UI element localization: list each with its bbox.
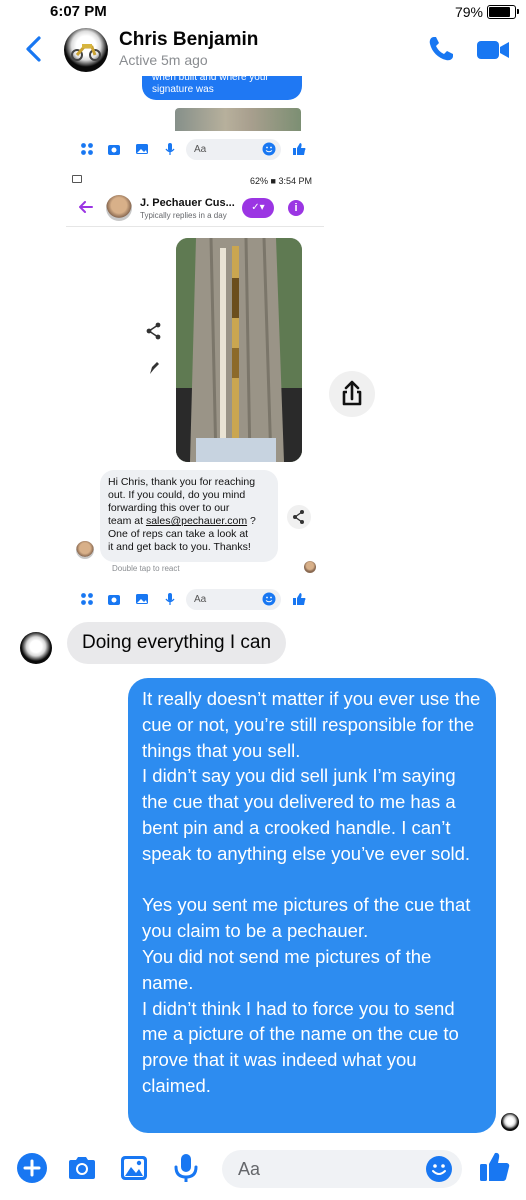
thumbs-up-icon (293, 143, 306, 155)
embedded-status-bar: 62% ■ 3:54 PM (66, 172, 324, 190)
emoji-icon[interactable] (425, 1155, 453, 1183)
message-line: forwarding this over to our (108, 502, 230, 514)
battery-percentage: 79% (454, 4, 483, 20)
partial-message-bubble: when built and where your signature was (142, 76, 302, 100)
camera-icon[interactable] (66, 1152, 98, 1184)
message-input[interactable] (238, 1157, 418, 1181)
gallery-icon (72, 175, 82, 183)
embedded-page-subtitle: Typically replies in a day (140, 211, 227, 220)
arrow-left-icon (79, 201, 93, 213)
plus-circle-icon[interactable] (16, 1152, 48, 1184)
status-bar: 6:07 PM 79% (0, 0, 526, 24)
embedded-message-bubble: Hi Chris, thank you for reaching out. If… (100, 470, 278, 562)
checkmark-icon: ✓▾ (242, 198, 274, 218)
cue-photo (176, 238, 302, 462)
embedded-page-name: J. Pechauer Cus... (140, 197, 235, 209)
message-line: One of reps can take a look at (108, 528, 249, 540)
phone-icon[interactable] (426, 34, 456, 64)
microphone-icon (165, 143, 175, 155)
emoji-icon (262, 142, 276, 156)
message-line: Hi Chris, thank you for reaching (108, 476, 256, 488)
share-button (287, 505, 311, 529)
share-upload-icon (342, 380, 362, 406)
email-link: sales@pechauer.com (145, 515, 248, 527)
contact-avatar[interactable] (64, 28, 108, 72)
apps-icon (81, 593, 93, 605)
microphone-icon (165, 593, 175, 605)
message-line: ? (247, 515, 256, 527)
status-time: 6:07 PM (50, 3, 107, 20)
motorcycle-icon (71, 44, 101, 61)
embedded-avatar (106, 195, 132, 221)
info-icon: i (288, 200, 304, 216)
emoji-icon (262, 592, 276, 606)
share-icon (293, 510, 304, 524)
camera-icon (108, 145, 120, 155)
sender-avatar[interactable] (20, 632, 52, 664)
message-composer (0, 1138, 526, 1200)
share-icon (146, 322, 161, 340)
camera-icon (108, 595, 120, 605)
partial-photo (175, 108, 301, 131)
pencil-icon (150, 362, 159, 374)
chevron-left-icon[interactable] (22, 34, 46, 64)
embedded-sender-avatar (76, 541, 94, 559)
embedded-composer-top: Aa (66, 136, 324, 164)
video-camera-icon[interactable] (476, 38, 510, 62)
embedded-seen-avatar (304, 561, 316, 573)
chat-header: Chris Benjamin Active 5m ago (0, 24, 526, 76)
image-icon (136, 594, 148, 604)
apps-icon (81, 143, 93, 155)
message-line: it and get back to you. Thanks! (108, 541, 251, 553)
shared-screenshot[interactable]: when built and where your signature was … (66, 76, 324, 621)
message-line: out. If you could, do you mind (108, 489, 246, 501)
message-line: team at (108, 515, 146, 527)
seen-indicator-avatar (501, 1113, 519, 1131)
microphone-icon[interactable] (170, 1152, 202, 1184)
image-icon[interactable] (118, 1152, 150, 1184)
embedded-status-text: 62% ■ 3:54 PM (250, 176, 312, 186)
incoming-message[interactable]: Doing everything I can (67, 622, 287, 664)
embedded-composer-bottom: Aa (66, 586, 324, 614)
outgoing-message[interactable]: It really doesn’t matter if you ever use… (128, 678, 496, 1133)
double-tap-hint: Double tap to react (112, 564, 180, 573)
thumbs-up-icon (293, 593, 306, 605)
forward-button[interactable] (329, 371, 375, 417)
embedded-chat-header: J. Pechauer Cus... Typically replies in … (66, 189, 324, 227)
battery-icon (487, 5, 519, 19)
battery-level (489, 7, 511, 17)
thumbs-up-icon[interactable] (478, 1150, 512, 1184)
contact-name[interactable]: Chris Benjamin (119, 29, 258, 51)
active-status: Active 5m ago (119, 52, 208, 68)
image-icon (136, 144, 148, 154)
message-input-container[interactable] (222, 1150, 462, 1188)
tree-cue-image (176, 238, 302, 462)
